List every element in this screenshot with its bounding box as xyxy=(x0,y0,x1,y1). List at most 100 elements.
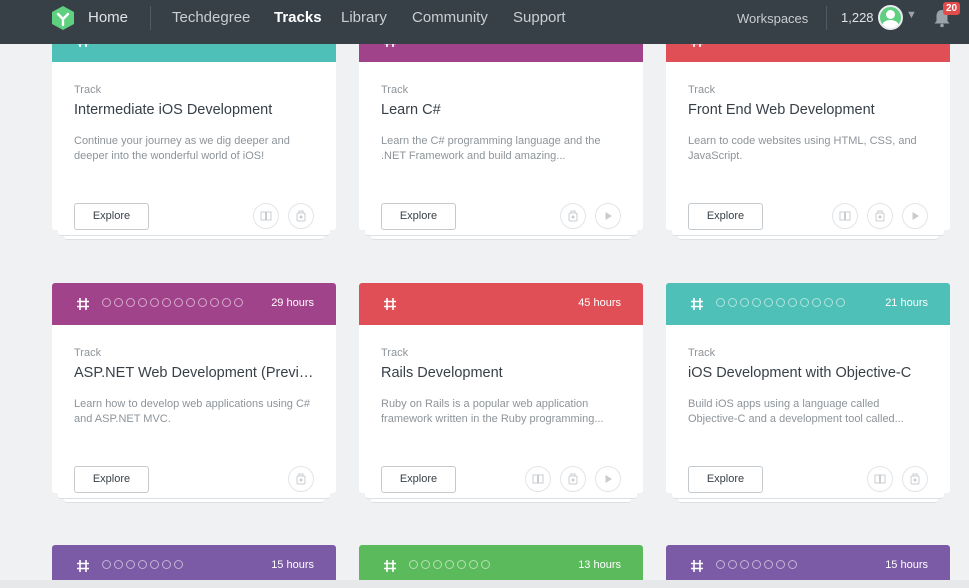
progress-dots xyxy=(102,560,183,569)
workspaces-link[interactable]: Workspaces xyxy=(737,11,808,26)
progress-dot xyxy=(126,560,135,569)
track-title[interactable]: Learn C# xyxy=(381,102,627,118)
card-kind-label: Track xyxy=(381,84,409,96)
track-description: Learn the C# programming language and th… xyxy=(381,135,601,162)
progress-dot xyxy=(210,298,219,307)
progress-dot xyxy=(174,298,183,307)
progress-dot xyxy=(836,298,845,307)
nav-home-link[interactable]: Home xyxy=(88,9,128,26)
nav-link-support[interactable]: Support xyxy=(513,9,566,26)
track-icon xyxy=(691,560,703,572)
chevron-down-icon[interactable]: ▼ xyxy=(906,9,917,21)
progress-dot xyxy=(469,560,478,569)
progress-dot xyxy=(114,560,123,569)
progress-dot xyxy=(126,298,135,307)
track-card[interactable]: 12 hoursTrackIntermediate iOS Developmen… xyxy=(52,20,336,230)
track-hours: 15 hours xyxy=(271,559,314,571)
play-icon[interactable] xyxy=(595,203,621,229)
progress-dot xyxy=(186,298,195,307)
book-icon[interactable] xyxy=(525,466,551,492)
progress-dot xyxy=(162,298,171,307)
badge-icon[interactable] xyxy=(867,203,893,229)
notification-badge: 20 xyxy=(943,2,961,15)
track-title[interactable]: Rails Development xyxy=(381,365,627,381)
progress-dot xyxy=(198,298,207,307)
badge-icon[interactable] xyxy=(288,203,314,229)
track-description: Ruby on Rails is a popular web applicati… xyxy=(381,398,604,425)
progress-dot xyxy=(234,298,243,307)
progress-dot xyxy=(433,560,442,569)
nav-link-library[interactable]: Library xyxy=(341,9,387,26)
track-card[interactable]: 29 hours Track ASP.NET Web Development (Pr… xyxy=(52,283,336,493)
progress-dot xyxy=(138,298,147,307)
progress-dots xyxy=(716,560,797,569)
progress-dot xyxy=(764,298,773,307)
track-card[interactable]: 52 hoursTrackFront End Web DevelopmentLe… xyxy=(666,20,950,230)
progress-dot xyxy=(788,298,797,307)
book-icon[interactable] xyxy=(832,203,858,229)
play-icon[interactable] xyxy=(595,466,621,492)
track-hours: 13 hours xyxy=(578,559,621,571)
progress-dot xyxy=(222,298,231,307)
progress-dot xyxy=(728,298,737,307)
explore-button[interactable]: Explore xyxy=(688,203,763,230)
progress-dot xyxy=(776,298,785,307)
badge-icon[interactable] xyxy=(902,466,928,492)
progress-dot xyxy=(174,560,183,569)
badge-icon[interactable] xyxy=(560,203,586,229)
progress-dot xyxy=(716,560,725,569)
book-icon[interactable] xyxy=(253,203,279,229)
explore-button[interactable]: Explore xyxy=(74,203,149,230)
card-kind-label: Track xyxy=(74,84,102,96)
track-card[interactable]: 21 hoursTrackLearn C#Learn the C# progra… xyxy=(359,20,643,230)
track-description: Build iOS apps using a language called O… xyxy=(688,398,904,425)
track-card[interactable]: 21 hours Track iOS Development with Object… xyxy=(666,283,950,493)
card-kind-label: Track xyxy=(688,347,716,359)
top-nav: Home Techdegree Tracks Library Community… xyxy=(0,0,969,44)
track-title[interactable]: iOS Development with Objective-C xyxy=(688,365,934,381)
explore-button[interactable]: Explore xyxy=(381,466,456,493)
card-stack-shadow xyxy=(672,493,944,499)
progress-dot xyxy=(445,560,454,569)
track-card-header: 21 hours xyxy=(666,283,950,325)
progress-dots xyxy=(716,298,845,307)
avatar[interactable] xyxy=(878,5,903,30)
progress-dot xyxy=(728,560,737,569)
progress-dot xyxy=(740,560,749,569)
treehouse-logo-icon[interactable] xyxy=(50,5,76,31)
progress-dot xyxy=(716,298,725,307)
card-kind-label: Track xyxy=(74,347,102,359)
card-stack-shadow xyxy=(672,230,944,236)
track-title[interactable]: Front End Web Development xyxy=(688,102,934,118)
progress-dots xyxy=(409,560,490,569)
progress-dot xyxy=(102,298,111,307)
track-description: Learn to code websites using HTML, CSS, … xyxy=(688,135,917,162)
track-description: Continue your journey as we dig deeper a… xyxy=(74,135,290,162)
card-stack-shadow xyxy=(365,230,637,236)
progress-dot xyxy=(138,560,147,569)
horizontal-scrollbar[interactable] xyxy=(0,580,969,588)
progress-dot xyxy=(824,298,833,307)
badge-icon[interactable] xyxy=(560,466,586,492)
progress-dot xyxy=(457,560,466,569)
track-title[interactable]: ASP.NET Web Development (Preview) xyxy=(74,365,320,381)
track-title[interactable]: Intermediate iOS Development xyxy=(74,102,320,118)
book-icon[interactable] xyxy=(867,466,893,492)
explore-button[interactable]: Explore xyxy=(688,466,763,493)
card-stack-shadow xyxy=(58,493,330,499)
nav-link-techdegree[interactable]: Techdegree xyxy=(172,9,250,26)
explore-button[interactable]: Explore xyxy=(74,466,149,493)
card-kind-label: Track xyxy=(688,84,716,96)
card-stack-shadow xyxy=(58,230,330,236)
track-hours: 21 hours xyxy=(885,297,928,309)
nav-link-community[interactable]: Community xyxy=(412,9,488,26)
explore-button[interactable]: Explore xyxy=(381,203,456,230)
nav-link-tracks[interactable]: Tracks xyxy=(274,9,322,26)
track-card[interactable]: 45 hours Track Rails Development Ruby on Ra… xyxy=(359,283,643,493)
points-count: 1,228 xyxy=(841,10,874,25)
track-hours: 29 hours xyxy=(271,297,314,309)
badge-icon[interactable] xyxy=(288,466,314,492)
progress-dot xyxy=(752,560,761,569)
play-icon[interactable] xyxy=(902,203,928,229)
progress-dot xyxy=(150,298,159,307)
